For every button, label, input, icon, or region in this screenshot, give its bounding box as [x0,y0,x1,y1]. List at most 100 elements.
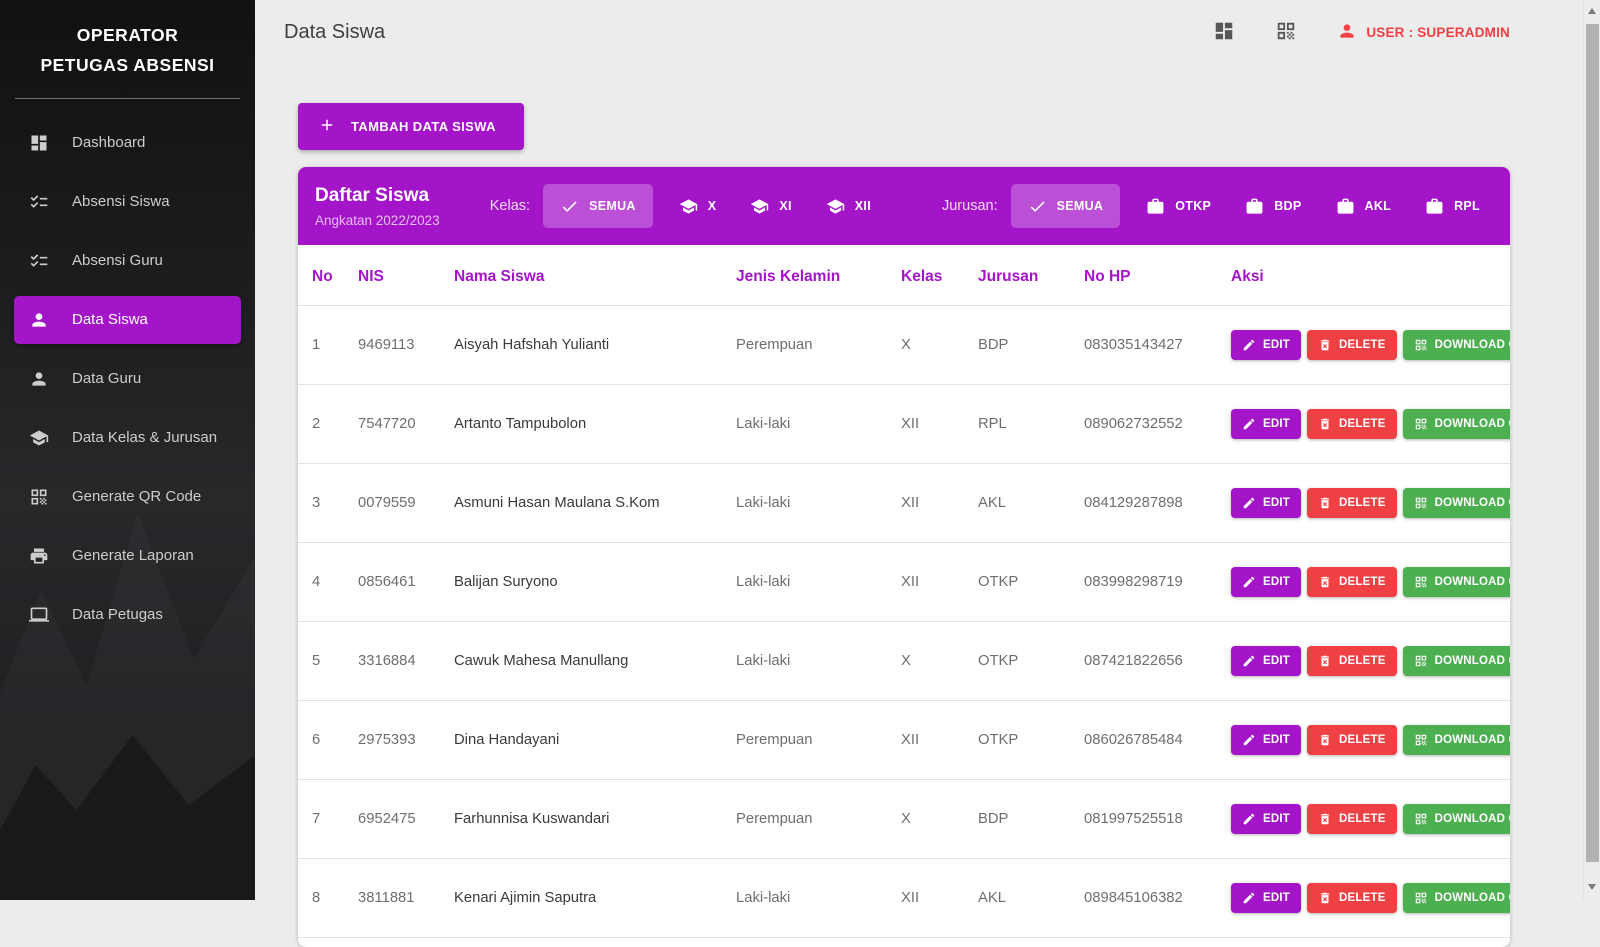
person-icon [29,369,49,389]
edit-button[interactable]: EDIT [1231,567,1301,597]
download-qr-button[interactable]: DOWNLOAD QR [1403,567,1510,597]
cell-jurusan: OTKP [970,938,1076,947]
app-title: OPERATOR PETUGAS ABSENSI [0,0,255,96]
jurusan-option-bdp[interactable]: BDP [1232,184,1314,228]
edit-button[interactable]: EDIT [1231,646,1301,676]
edit-button[interactable]: EDIT [1231,725,1301,755]
edit-button[interactable]: EDIT [1231,883,1301,913]
sidebar-item-data-siswa[interactable]: Data Siswa [0,290,255,349]
sidebar-item-data-kelas-jurusan[interactable]: Data Kelas & Jurusan [0,408,255,467]
delete-button[interactable]: DELETE [1307,725,1397,755]
cell-nama: Maimunah Tiara Nasyidah [446,938,728,947]
cell-nama: Artanto Tampubolon [446,385,728,464]
kelas-option-semua[interactable]: SEMUA [543,184,653,228]
sidebar-item-absensi-guru[interactable]: Absensi Guru [0,231,255,290]
cell-aksi: EDIT DELETEDOWNLOAD QR [1223,385,1510,464]
scroll-up-arrow-icon[interactable] [1588,8,1596,14]
app-title-line1: OPERATOR [12,20,243,50]
delete-button[interactable]: DELETE [1307,646,1397,676]
chip-label: BDP [1274,199,1301,213]
kelas-option-x[interactable]: X [666,184,730,228]
qr-shortcut-icon[interactable] [1275,20,1299,44]
cell-kelas: XII [893,859,970,938]
cell-kelas: XII [893,464,970,543]
jurusan-option-otkp[interactable]: OTKP [1133,184,1224,228]
delete-button[interactable]: DELETE [1307,804,1397,834]
kelas-chips: SEMUA X XI XII [543,184,884,228]
chip-label: XI [779,199,791,213]
add-student-label: TAMBAH DATA SISWA [351,119,496,134]
sidebar-item-generate-laporan[interactable]: Generate Laporan [0,526,255,585]
chip-label: OTKP [1175,199,1211,213]
scrollbar-thumb[interactable] [1586,24,1599,862]
cell-no: 6 [298,701,350,780]
delete-button[interactable]: DELETE [1307,567,1397,597]
jurusan-chips: SEMUA OTKP BDP AKLRPL [1011,184,1493,228]
cell-nama: Asmuni Hasan Maulana S.Kom [446,464,728,543]
cell-kelas: X [893,780,970,859]
cell-jk: Laki-laki [728,385,893,464]
download-qr-button[interactable]: DOWNLOAD QR [1403,883,1510,913]
vertical-scrollbar[interactable] [1583,0,1600,900]
delete-button[interactable]: DELETE [1307,883,1397,913]
cell-nama: Kenari Ajimin Saputra [446,859,728,938]
sidebar-item-absensi-siswa[interactable]: Absensi Siswa [0,172,255,231]
cell-nama: Dina Handayani [446,701,728,780]
list-title: Daftar Siswa [315,185,445,207]
sidebar-item-label: Absensi Siswa [72,193,170,210]
dashboard-shortcut-icon[interactable] [1213,20,1237,44]
chip-label: SEMUA [589,199,636,213]
jurusan-option-akl[interactable]: AKL [1323,184,1405,228]
chip-label: SEMUA [1057,199,1104,213]
delete-button[interactable]: DELETE [1307,330,1397,360]
edit-button[interactable]: EDIT [1231,409,1301,439]
table-row: 27547720Artanto TampubolonLaki-lakiXIIRP… [298,385,1510,464]
scroll-down-arrow-icon[interactable] [1588,884,1596,890]
jurusan-option-semua[interactable]: SEMUA [1011,184,1121,228]
user-badge[interactable]: USER : SUPERADMIN [1337,21,1510,44]
edit-label: EDIT [1263,418,1290,430]
download-qr-button[interactable]: DOWNLOAD QR [1403,330,1510,360]
person-icon [1337,21,1357,41]
cell-no: 3 [298,464,350,543]
sidebar-item-data-guru[interactable]: Data Guru [0,349,255,408]
download-qr-button[interactable]: DOWNLOAD QR [1403,646,1510,676]
download-qr-label: DOWNLOAD QR [1435,892,1510,904]
kelas-filter-group: Kelas: SEMUAXXIXII [490,184,884,228]
download-qr-button[interactable]: DOWNLOAD QR [1403,409,1510,439]
cell-hp: 081997525518 [1076,780,1223,859]
sidebar-item-generate-qr-code[interactable]: Generate QR Code [0,467,255,526]
edit-button[interactable]: EDIT [1231,330,1301,360]
sidebar-item-data-petugas[interactable]: Data Petugas [0,585,255,644]
cell-jk: Perempuan [728,780,893,859]
sidebar-item-label: Data Guru [72,370,141,387]
user-icon [1337,21,1357,44]
add-student-button[interactable]: TAMBAH DATA SISWA [298,103,524,150]
cell-jurusan: AKL [970,859,1076,938]
delete-icon [1318,654,1332,668]
kelas-option-xii[interactable]: XII [813,184,884,228]
cell-no: 8 [298,859,350,938]
cell-nis: 3316884 [350,622,446,701]
cell-kelas: XII [893,938,970,947]
download-qr-button[interactable]: DOWNLOAD QR [1403,488,1510,518]
download-qr-button[interactable]: DOWNLOAD QR [1403,804,1510,834]
cell-hp: 082133912673 [1076,938,1223,947]
cell-nis: 6952475 [350,780,446,859]
table-body: 19469113Aisyah Hafshah YuliantiPerempuan… [298,306,1510,947]
work-icon [1425,197,1444,216]
sidebar-item-dashboard[interactable]: Dashboard [0,113,255,172]
school-icon [750,197,769,216]
delete-button[interactable]: DELETE [1307,409,1397,439]
edit-button[interactable]: EDIT [1231,488,1301,518]
cell-aksi: EDITDELETEDOWNLOAD QR [1223,938,1510,947]
kelas-option-xi[interactable]: XI [737,184,804,228]
table-header-row: NoNISNama SiswaJenis KelaminKelasJurusan… [298,245,1510,306]
delete-label: DELETE [1339,655,1386,667]
delete-button[interactable]: DELETE [1307,488,1397,518]
person-icon [29,310,49,330]
check-icon [560,197,579,216]
jurusan-option-rpl[interactable]: RPL [1412,184,1493,228]
edit-button[interactable]: EDIT [1231,804,1301,834]
download-qr-button[interactable]: DOWNLOAD QR [1403,725,1510,755]
